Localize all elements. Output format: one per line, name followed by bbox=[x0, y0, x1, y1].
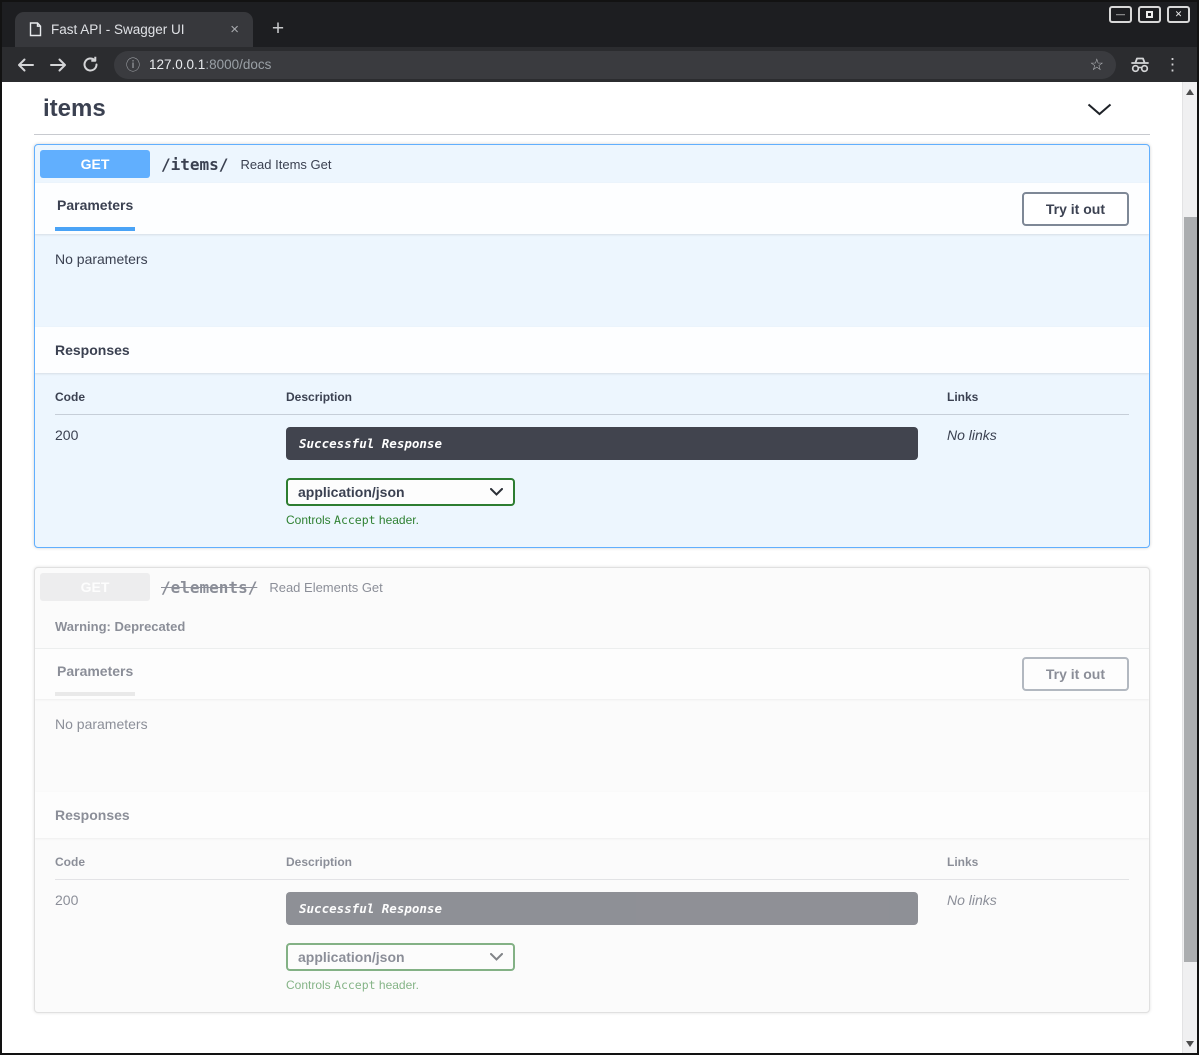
method-badge: GET bbox=[40, 573, 150, 601]
opblock-get-items: GET /items/ Read Items Get Parameters Tr… bbox=[34, 144, 1150, 548]
opblock-summary[interactable]: GET /items/ Read Items Get bbox=[35, 145, 1149, 183]
method-badge: GET bbox=[40, 150, 150, 178]
url-text: 127.0.0.1:8000/docs bbox=[149, 57, 271, 72]
no-links-text: No links bbox=[918, 880, 1129, 992]
no-parameters-text: No parameters bbox=[55, 716, 148, 732]
response-description: Successful Response bbox=[286, 427, 918, 460]
swagger-ui: items GET /items/ Read Items Get Paramet… bbox=[2, 82, 1182, 1053]
response-code: 200 bbox=[55, 415, 286, 527]
url-host: 127.0.0.1 bbox=[149, 57, 205, 72]
close-button[interactable]: ✕ bbox=[1167, 6, 1190, 23]
response-code: 200 bbox=[55, 880, 286, 992]
column-header-links: Links bbox=[918, 390, 1129, 415]
url-path: :8000/docs bbox=[205, 57, 271, 72]
accept-code: Accept bbox=[334, 978, 376, 992]
response-description-cell: Successful Response application/json Con… bbox=[286, 880, 918, 992]
responses-grid: Code Description Links 200 Successful Re… bbox=[55, 390, 1129, 527]
page-scrollbar[interactable] bbox=[1182, 82, 1197, 1053]
chevron-down-icon[interactable] bbox=[1087, 103, 1112, 116]
responses-header-bar: Responses bbox=[35, 327, 1149, 373]
new-tab-button[interactable]: + bbox=[264, 15, 292, 43]
media-type-value: application/json bbox=[298, 949, 405, 965]
column-header-code: Code bbox=[55, 390, 286, 415]
accept-header-note: Controls Accept header. bbox=[286, 513, 918, 527]
responses-table: Code Description Links 200 Successful Re… bbox=[35, 373, 1149, 547]
column-header-links: Links bbox=[918, 855, 1129, 880]
parameters-body: No parameters bbox=[35, 699, 1149, 792]
browser-toolbar: ⓘ 127.0.0.1:8000/docs ☆ ⋮ bbox=[2, 47, 1197, 82]
deprecated-warning: Warning: Deprecated bbox=[35, 606, 1149, 649]
triangle-up-icon bbox=[1186, 89, 1194, 95]
parameters-body: No parameters bbox=[35, 234, 1149, 327]
column-header-code: Code bbox=[55, 855, 286, 880]
responses-table: Code Description Links 200 Successful Re… bbox=[35, 838, 1149, 1012]
parameters-header-bar: Parameters Try it out bbox=[35, 649, 1149, 699]
response-description: Successful Response bbox=[286, 892, 918, 925]
bookmark-star-icon[interactable]: ☆ bbox=[1090, 55, 1104, 75]
opblock-get-elements-deprecated: GET /elements/ Read Elements Get Warning… bbox=[34, 567, 1150, 1013]
address-bar[interactable]: ⓘ 127.0.0.1:8000/docs ☆ bbox=[114, 51, 1116, 79]
triangle-down-icon bbox=[1186, 1041, 1194, 1047]
responses-title: Responses bbox=[55, 807, 130, 823]
media-type-select[interactable]: application/json bbox=[286, 478, 515, 506]
tag-section-header-items[interactable]: items bbox=[34, 86, 1150, 135]
media-type-value: application/json bbox=[298, 484, 405, 500]
scroll-down-arrow[interactable] bbox=[1183, 1036, 1197, 1051]
tab-title: Fast API - Swagger UI bbox=[51, 22, 217, 37]
tab-close-icon[interactable]: × bbox=[226, 20, 243, 39]
endpoint-summary: Read Items Get bbox=[240, 157, 331, 172]
tab-parameters[interactable]: Parameters bbox=[55, 649, 135, 696]
endpoint-path: /items/ bbox=[161, 155, 228, 174]
endpoint-summary: Read Elements Get bbox=[269, 580, 382, 595]
reload-icon[interactable] bbox=[78, 53, 102, 77]
column-header-description: Description bbox=[286, 390, 918, 415]
media-type-select[interactable]: application/json bbox=[286, 943, 515, 971]
section-title: items bbox=[43, 95, 106, 123]
incognito-icon bbox=[1128, 53, 1152, 77]
opblock-summary[interactable]: GET /elements/ Read Elements Get bbox=[35, 568, 1149, 606]
forward-icon[interactable] bbox=[46, 53, 70, 77]
responses-grid: Code Description Links 200 Successful Re… bbox=[55, 855, 1129, 992]
scroll-up-arrow[interactable] bbox=[1183, 84, 1197, 99]
maximize-button[interactable] bbox=[1138, 6, 1161, 23]
site-info-icon[interactable]: ⓘ bbox=[126, 55, 140, 75]
window-controls: — ✕ bbox=[1109, 6, 1190, 23]
no-parameters-text: No parameters bbox=[55, 251, 148, 267]
maximize-icon bbox=[1146, 11, 1153, 18]
page-content: items GET /items/ Read Items Get Paramet… bbox=[2, 82, 1197, 1053]
scrollbar-thumb[interactable] bbox=[1184, 217, 1197, 962]
browser-window: Fast API - Swagger UI × + — ✕ ⓘ 127.0.0.… bbox=[0, 0, 1199, 1055]
browser-tab[interactable]: Fast API - Swagger UI × bbox=[15, 12, 253, 47]
back-icon[interactable] bbox=[14, 53, 38, 77]
try-it-out-button[interactable]: Try it out bbox=[1022, 192, 1129, 226]
select-chevron-icon bbox=[490, 953, 503, 961]
column-header-description: Description bbox=[286, 855, 918, 880]
responses-title: Responses bbox=[55, 342, 130, 358]
responses-header-bar: Responses bbox=[35, 792, 1149, 838]
favicon-page-icon bbox=[29, 22, 42, 37]
endpoint-path: /elements/ bbox=[161, 578, 257, 597]
minimize-button[interactable]: — bbox=[1109, 6, 1132, 23]
browser-menu-icon[interactable]: ⋮ bbox=[1160, 55, 1185, 75]
tab-strip: Fast API - Swagger UI × + — ✕ bbox=[2, 2, 1197, 47]
select-chevron-icon bbox=[490, 488, 503, 496]
accept-header-note: Controls Accept header. bbox=[286, 978, 918, 992]
try-it-out-button[interactable]: Try it out bbox=[1022, 657, 1129, 691]
response-description-cell: Successful Response application/json Con… bbox=[286, 415, 918, 527]
accept-code: Accept bbox=[334, 513, 376, 527]
no-links-text: No links bbox=[918, 415, 1129, 527]
parameters-header-bar: Parameters Try it out bbox=[35, 183, 1149, 234]
tab-parameters[interactable]: Parameters bbox=[55, 183, 135, 231]
